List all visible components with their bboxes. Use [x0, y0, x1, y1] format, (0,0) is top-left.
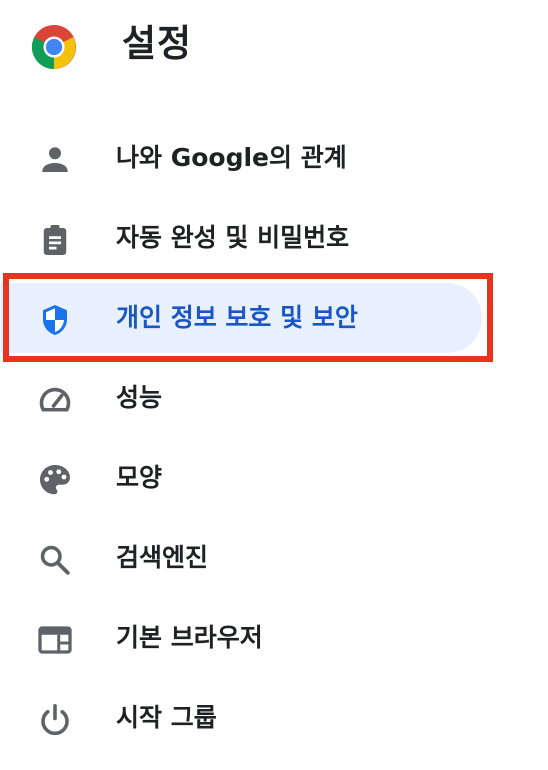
sidebar-item-label: 모양 [116, 463, 163, 492]
search-icon [40, 545, 70, 575]
power-icon [41, 703, 69, 736]
sidebar-item-label: 나와 Google의 관계 [116, 143, 347, 172]
shield-icon [43, 305, 67, 335]
speedometer-icon [39, 387, 71, 412]
settings-header: 설정 [0, 0, 548, 92]
page-title: 설정 [122, 22, 193, 65]
sidebar-item-label: 개인 정보 보호 및 보안 [116, 303, 358, 332]
sidebar-item-label: 시작 그룹 [116, 703, 217, 732]
sidebar-item-label: 기본 브라우저 [116, 623, 263, 652]
sidebar-item-label: 자동 완성 및 비밀번호 [116, 223, 350, 252]
chrome-logo-icon[interactable] [31, 24, 77, 70]
sidebar-item-appearance[interactable]: 모양 [0, 438, 548, 518]
person-icon [42, 147, 68, 172]
sidebar-item-autofill[interactable]: 자동 완성 및 비밀번호 [0, 198, 548, 278]
clipboard-icon [43, 225, 67, 255]
sidebar-item-you-and-google[interactable]: 나와 Google의 관계 [0, 118, 548, 198]
palette-icon [40, 465, 70, 495]
sidebar-item-performance[interactable]: 성능 [0, 358, 548, 438]
sidebar-item-label: 성능 [116, 383, 163, 412]
sidebar-item-privacy-security[interactable]: 개인 정보 보호 및 보안 [0, 278, 548, 358]
sidebar-item-label: 검색엔진 [116, 543, 209, 572]
sidebar-item-on-startup[interactable]: 시작 그룹 [0, 678, 548, 758]
sidebar-nav: 나와 Google의 관계 자동 완성 및 비밀번호 개인 정보 보호 및 보안 [0, 118, 548, 758]
browser-window-icon [38, 626, 72, 654]
sidebar-item-search-engine[interactable]: 검색엔진 [0, 518, 548, 598]
settings-page: 설정 나와 Google의 관계 자동 완성 및 비밀번호 개인 정보 보호 및… [0, 0, 548, 770]
sidebar-item-default-browser[interactable]: 기본 브라우저 [0, 598, 548, 678]
